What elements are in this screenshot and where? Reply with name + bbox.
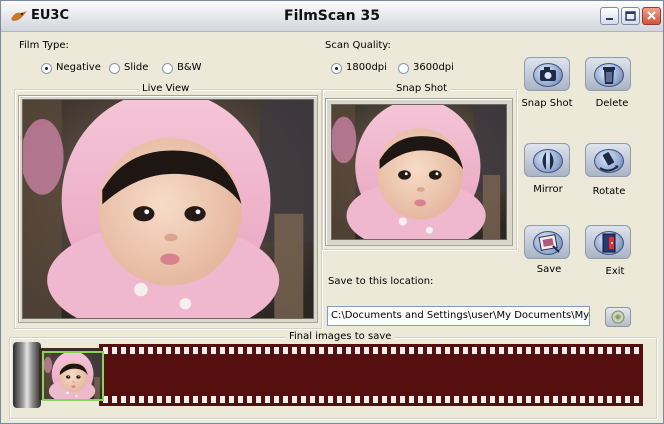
final-image-thumbnail[interactable] — [42, 351, 104, 401]
film-perforation-bottom — [99, 396, 643, 403]
close-icon — [647, 11, 656, 20]
film-canister-icon — [13, 342, 41, 408]
exit-door-icon — [602, 233, 616, 253]
film-perforation-top — [99, 347, 643, 354]
minimize-button[interactable] — [600, 7, 619, 25]
snap-shot-label: Snap Shot — [521, 98, 573, 109]
live-view-frame — [18, 95, 318, 323]
radio-negative[interactable] — [41, 63, 52, 74]
radio-negative-label[interactable]: Negative — [56, 62, 101, 73]
radio-bw-label[interactable]: B&W — [177, 62, 202, 73]
trash-icon — [603, 67, 615, 84]
snap-shot-image — [331, 104, 507, 240]
save-path-field[interactable]: C:\Documents and Settings\user\My Docume… — [327, 306, 590, 326]
exit-label: Exit — [605, 266, 625, 277]
film-strip[interactable] — [99, 344, 643, 406]
radio-3600dpi[interactable] — [398, 63, 409, 74]
delete-label: Delete — [595, 98, 629, 109]
radio-1800dpi-label[interactable]: 1800dpi — [346, 62, 387, 73]
maximize-button[interactable] — [621, 7, 640, 25]
rotate-label: Rotate — [592, 186, 626, 197]
film-type-label: Film Type: — [19, 40, 69, 51]
live-view-image — [22, 99, 314, 319]
browse-folder-icon — [611, 310, 625, 324]
close-button[interactable] — [642, 7, 661, 25]
save-location-label: Save to this location: — [328, 276, 434, 287]
browse-button[interactable] — [605, 307, 631, 327]
radio-slide[interactable] — [109, 63, 120, 74]
radio-3600dpi-label[interactable]: 3600dpi — [413, 62, 454, 73]
snap-shot-frame — [325, 98, 513, 246]
title-bar[interactable]: EU3C FilmScan 35 — [1, 1, 663, 32]
exit-button[interactable] — [585, 225, 631, 259]
rotate-button[interactable] — [585, 143, 631, 177]
radio-1800dpi[interactable] — [331, 63, 342, 74]
scan-quality-label: Scan Quality: — [325, 40, 391, 51]
window-title: FilmScan 35 — [284, 8, 380, 24]
mirror-label: Mirror — [533, 184, 563, 195]
camera-icon — [540, 67, 556, 81]
save-label: Save — [536, 264, 562, 275]
save-button[interactable] — [524, 225, 570, 259]
snap-shot-panel-label: Snap Shot — [393, 83, 451, 94]
rotate-icon — [599, 152, 619, 172]
save-photo-icon — [538, 234, 560, 253]
delete-button[interactable] — [585, 57, 631, 91]
minimize-icon — [606, 18, 613, 20]
radio-slide-label[interactable]: Slide — [124, 62, 148, 73]
final-images-label: Final images to save — [286, 331, 395, 342]
mirror-button[interactable] — [524, 143, 570, 177]
maximize-icon — [625, 11, 636, 21]
radio-bw[interactable] — [162, 63, 173, 74]
live-view-label: Live View — [139, 83, 193, 94]
snap-shot-button[interactable] — [524, 57, 570, 91]
app-window: EU3C FilmScan 35 Film Type: Negative Sli… — [0, 0, 664, 424]
mirror-icon — [542, 152, 554, 170]
